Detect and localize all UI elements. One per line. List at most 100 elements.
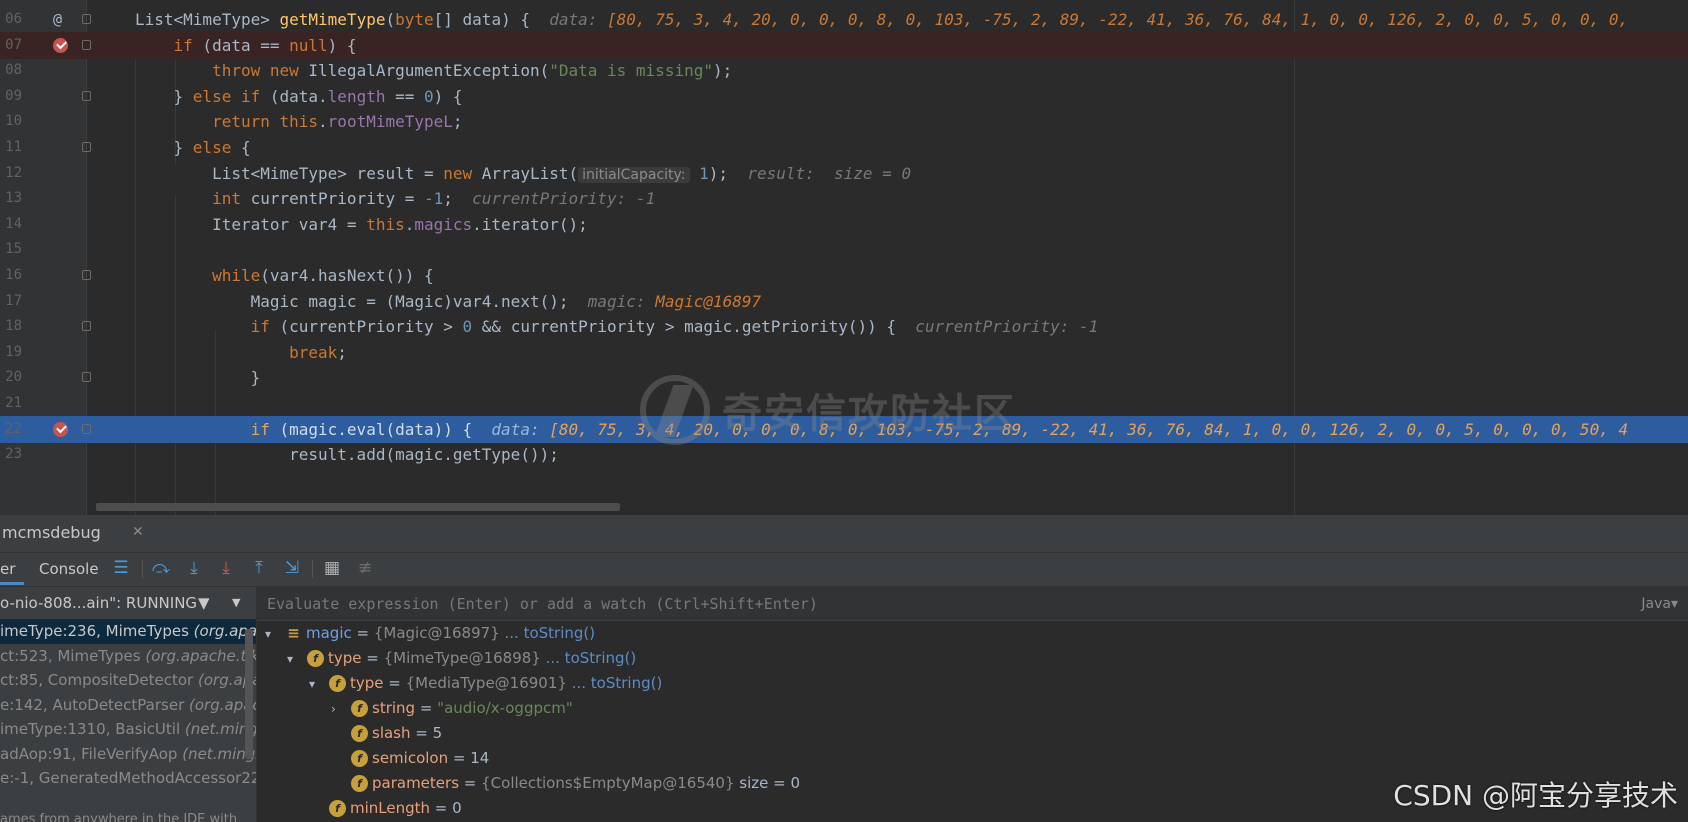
variable-row[interactable]: f parameters = {Collections$EmptyMap@1654… — [331, 771, 800, 796]
code-line[interactable]: 17 Magic magic = (Magic)var4.next(); mag… — [0, 288, 1688, 316]
tab-debugger[interactable]: er — [0, 560, 15, 578]
code-line[interactable]: 06 @ List<MimeType> getMimeType(byte[] dat… — [0, 6, 1688, 34]
toolbar-separator — [142, 560, 143, 578]
line-number[interactable]: 19 — [0, 339, 22, 367]
fold-icon[interactable] — [82, 39, 91, 50]
frame-method: adAop:91, FileVerifyAop — [0, 744, 183, 763]
trace-current-stream-icon[interactable]: ≢ — [354, 557, 376, 579]
code-token: ; — [443, 189, 473, 209]
code-token: . — [404, 214, 415, 234]
line-number[interactable]: 23 — [0, 441, 22, 469]
line-number[interactable]: 11 — [0, 134, 22, 162]
fold-icon[interactable] — [82, 142, 91, 152]
variable-value: {MimeType@16898} — [383, 649, 541, 667]
line-number[interactable]: 15 — [0, 236, 22, 264]
step-into-icon[interactable]: ⤓ — [183, 557, 205, 579]
line-number[interactable]: 13 — [0, 185, 22, 213]
chevron-down-icon[interactable]: ▾ — [265, 622, 285, 647]
code-token: } — [135, 86, 193, 106]
variable-extra[interactable]: ... toString() — [567, 674, 663, 692]
chevron-right-icon[interactable]: › — [331, 697, 351, 722]
code-line[interactable]: 11 } else { — [0, 134, 1688, 162]
line-number[interactable]: 22 — [0, 416, 22, 444]
code-line[interactable]: 12 List<MimeType> result = new ArrayList… — [0, 160, 1688, 188]
code-line[interactable]: 16 while(var4.hasNext()) { — [0, 262, 1688, 290]
code-line[interactable]: 07 if (data == null) { — [0, 31, 1688, 60]
code-text: while(var4.hasNext()) { — [135, 262, 434, 290]
show-execution-point-icon[interactable]: ☰ — [110, 557, 132, 579]
override-icon[interactable]: @ — [53, 10, 62, 28]
variable-row[interactable]: f minLength = 0 — [309, 796, 462, 821]
frames-panel: o-nio-808...ain": RUNNING ▼ ▼ imeType:23… — [0, 587, 257, 822]
language-selector[interactable]: Java▾ — [1641, 596, 1678, 612]
chevron-down-icon[interactable]: ▾ — [309, 672, 329, 697]
chevron-down-icon[interactable]: ▼ — [232, 587, 240, 619]
frame-method: ct:85, CompositeDetector — [0, 671, 198, 689]
line-number[interactable]: 17 — [0, 288, 22, 316]
code-line[interactable]: 09 } else if (data.length == 0) { — [0, 83, 1688, 111]
evaluate-expression-icon[interactable]: ▦ — [321, 557, 343, 579]
line-number[interactable]: 18 — [0, 313, 22, 341]
line-number[interactable]: 10 — [0, 108, 22, 136]
variable-row[interactable]: ▾ ≡ magic = {Magic@16897} ... toString() — [265, 621, 595, 646]
stack-frame[interactable]: adAop:91, FileVerifyAop (net.mings — [0, 742, 256, 767]
force-step-into-icon[interactable]: ⤓ — [215, 557, 237, 579]
stack-frame[interactable]: ct:523, MimeTypes (org.apache.tika — [0, 644, 256, 669]
close-icon[interactable]: ✕ — [132, 524, 144, 540]
code-line[interactable]: 10 return this.rootMimeTypeL; — [0, 108, 1688, 136]
stack-frame[interactable]: imeType:1310, BasicUtil (net.mings — [0, 717, 256, 742]
debug-session-tab[interactable]: mcmsdebug — [2, 523, 101, 542]
variable-row[interactable]: f slash = 5 — [331, 721, 442, 746]
code-editor[interactable]: 06 @ List<MimeType> getMimeType(byte[] dat… — [0, 0, 1688, 515]
variable-row[interactable]: ▾ f type = {MediaType@16901} ... toString(… — [309, 671, 662, 696]
stack-frame[interactable]: e:142, AutoDetectParser (org.apach — [0, 693, 256, 718]
line-number[interactable]: 12 — [0, 160, 22, 188]
variable-row[interactable]: f semicolon = 14 — [331, 746, 489, 771]
line-number[interactable]: 06 — [0, 6, 22, 34]
variable-extra[interactable]: ... toString() — [541, 649, 637, 667]
fold-icon[interactable] — [82, 423, 91, 434]
stack-frame[interactable]: ct:85, CompositeDetector (org.apac — [0, 668, 256, 693]
line-number[interactable]: 08 — [0, 57, 22, 85]
evaluate-expression-field[interactable]: Evaluate expression (Enter) or add a wat… — [257, 587, 1688, 621]
filter-icon[interactable]: ▼ — [198, 587, 210, 619]
stack-frame[interactable]: e:-1, GeneratedMethodAccessor22 — [0, 766, 256, 791]
chevron-down-icon[interactable]: ▾ — [287, 647, 307, 672]
thread-selector[interactable]: o-nio-808...ain": RUNNING ▼ ▼ — [0, 587, 256, 619]
line-number[interactable]: 21 — [0, 390, 22, 418]
variable-row[interactable]: ▾ f type = {MimeType@16898} ... toString() — [287, 646, 636, 671]
code-token: ) { — [327, 35, 357, 55]
code-line[interactable]: 19 break; — [0, 339, 1688, 367]
fold-icon[interactable] — [82, 321, 91, 332]
line-number[interactable]: 16 — [0, 262, 22, 290]
code-line[interactable]: 23 result.add(magic.getType()); — [0, 441, 1688, 469]
code-text: int currentPriority = -1; currentPriorit… — [135, 185, 655, 213]
variable-extra[interactable]: ... toString() — [500, 624, 596, 642]
code-line[interactable]: 15 — [0, 236, 1688, 264]
stack-frame[interactable]: imeType:236, MimeTypes (org.apa — [0, 619, 256, 644]
editor-horizontal-scrollbar[interactable] — [96, 503, 620, 511]
step-over-icon[interactable]: ⤼ — [150, 557, 172, 579]
breakpoint-icon[interactable] — [53, 421, 68, 437]
code-line[interactable]: 13 int currentPriority = -1; currentPrio… — [0, 185, 1688, 213]
line-number[interactable]: 14 — [0, 211, 22, 239]
breakpoint-icon[interactable] — [53, 37, 68, 53]
variable-value: {Collections$EmptyMap@16540} — [481, 774, 735, 792]
code-line[interactable]: 14 Iterator var4 = this.magics.iterator(… — [0, 211, 1688, 239]
fold-icon[interactable] — [82, 372, 91, 383]
line-number[interactable]: 07 — [0, 32, 22, 60]
run-to-cursor-icon[interactable]: ⇲ — [281, 557, 303, 579]
tab-console[interactable]: Console — [39, 560, 99, 578]
fold-icon[interactable] — [82, 270, 91, 280]
code-line[interactable]: 08 throw new IllegalArgumentException("D… — [0, 57, 1688, 85]
code-line[interactable]: 18 if (currentPriority > 0 && currentPri… — [0, 313, 1688, 341]
step-out-icon[interactable]: ⤒ — [248, 557, 270, 579]
line-number[interactable]: 09 — [0, 83, 22, 111]
watermark-logo-icon — [640, 375, 710, 445]
frames-scrollbar[interactable] — [245, 629, 253, 759]
line-number[interactable]: 20 — [0, 364, 22, 392]
fold-icon[interactable] — [82, 14, 91, 24]
variable-row[interactable]: › f string = "audio/x-oggpcm" — [331, 696, 573, 721]
fold-icon[interactable] — [82, 90, 91, 101]
